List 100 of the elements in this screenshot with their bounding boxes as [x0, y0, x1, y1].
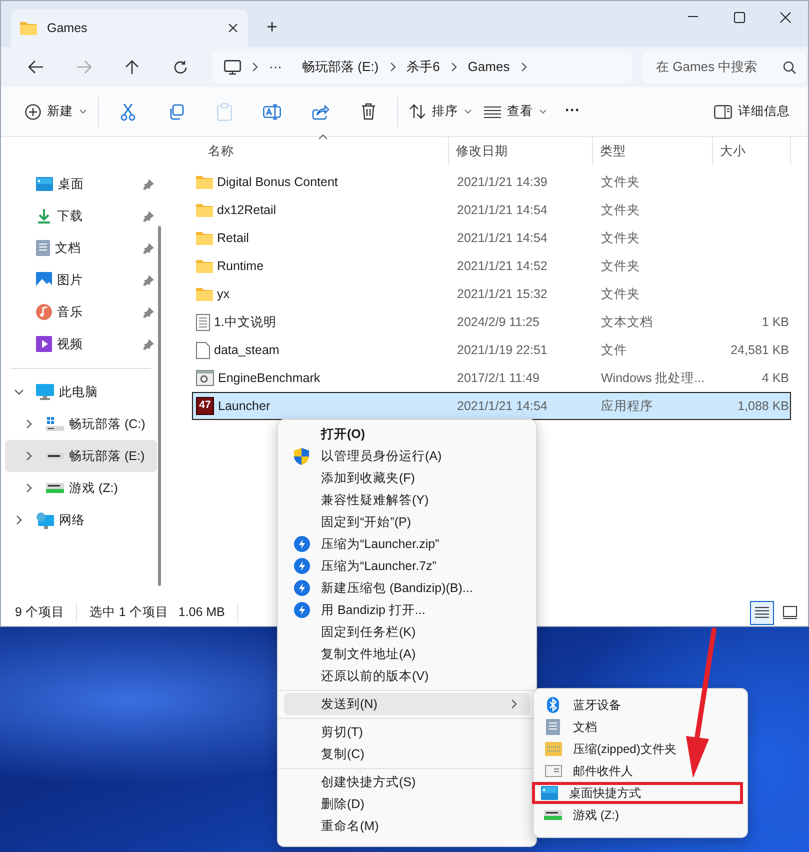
chevron-icon[interactable] — [388, 62, 397, 72]
file-row[interactable]: yx 2021/1/21 15:32 文件夹 — [192, 280, 791, 308]
minimize-icon[interactable] — [688, 16, 698, 18]
sidebar-item[interactable]: 桌面 — [5, 168, 157, 200]
sidebar-item[interactable]: 此电脑 — [5, 376, 157, 408]
menu-item[interactable]: 桌面快捷方式 — [532, 782, 743, 804]
breadcrumb-item[interactable]: Games — [458, 57, 520, 77]
menu-item[interactable]: 压缩为“Launcher.7z” — [284, 555, 530, 577]
file-name: Launcher — [218, 398, 270, 415]
menu-item[interactable]: 删除(D) — [284, 793, 530, 815]
chevron-icon[interactable] — [251, 62, 259, 72]
sidebar-item[interactable]: 畅玩部落 (C:) — [5, 408, 157, 440]
breadcrumb-more[interactable]: ··· — [259, 57, 292, 77]
menu-item[interactable]: 压缩(zipped)文件夹 — [536, 738, 745, 760]
chevron-icon[interactable] — [24, 483, 34, 493]
details-view-button[interactable] — [750, 600, 774, 624]
zip-icon — [544, 742, 562, 756]
column-header[interactable]: 大小 — [713, 137, 791, 165]
file-date: 2021/1/19 22:51 — [456, 342, 548, 359]
file-row[interactable]: 1.中文说明 2024/2/9 11:25 文本文档 1 KB — [192, 308, 791, 336]
menu-item[interactable]: 创建快捷方式(S) — [284, 771, 530, 793]
more-button[interactable]: ··· — [559, 94, 586, 128]
chevron-icon[interactable] — [520, 62, 528, 72]
menu-item[interactable]: 复制(C) — [284, 743, 530, 765]
search-field[interactable]: 在 Games 中搜索 — [642, 51, 806, 83]
menu-item[interactable]: 用 Bandizip 打开... — [284, 599, 530, 621]
copy-icon — [168, 104, 184, 120]
column-header[interactable]: 名称 — [176, 137, 449, 165]
file-date: 2021/1/21 14:54 — [456, 230, 548, 247]
sidebar-item[interactable]: 下载 — [5, 200, 157, 232]
menu-item[interactable]: 重命名(M) — [284, 815, 530, 837]
file-name: dx12Retail — [217, 202, 276, 219]
pin-icon[interactable] — [143, 274, 154, 286]
menu-item[interactable]: 固定到任务栏(K) — [284, 621, 530, 643]
chevron-icon[interactable] — [450, 62, 458, 72]
file-row[interactable]: Digital Bonus Content 2021/1/21 14:39 文件夹 — [192, 168, 791, 196]
menu-item[interactable]: 剪切(T) — [284, 721, 530, 743]
sidebar-item[interactable]: 游戏 (Z:) — [5, 472, 157, 504]
details-button[interactable]: 详细信息 — [708, 94, 796, 128]
sort-button[interactable]: 排序 — [403, 94, 478, 128]
file-row[interactable]: dx12Retail 2021/1/21 14:54 文件夹 — [192, 196, 791, 224]
folder-icon — [196, 203, 213, 217]
lightning-icon — [294, 536, 310, 552]
menu-item[interactable]: 打开(O) — [284, 423, 530, 445]
file-type: Windows 批处理... — [600, 370, 706, 387]
refresh-icon[interactable] — [172, 60, 188, 74]
file-type: 应用程序 — [600, 398, 654, 415]
address-bar[interactable]: ··· 畅玩部落 (E:) 杀手6 Games — [212, 51, 632, 83]
file-name: Retail — [217, 230, 249, 247]
sidebar-item[interactable]: 音乐 — [5, 296, 157, 328]
sidebar-item[interactable]: 图片 — [5, 264, 157, 296]
chevron-icon[interactable] — [24, 451, 34, 461]
breadcrumb-item[interactable]: 畅玩部落 (E:) — [292, 57, 389, 77]
sidebar-item[interactable]: 视频 — [5, 328, 157, 360]
menu-item[interactable]: 蓝牙设备 — [536, 694, 745, 716]
menu-item[interactable]: 游戏 (Z:) — [536, 804, 745, 826]
column-header[interactable]: 修改日期 — [449, 137, 593, 165]
pin-icon[interactable] — [143, 306, 154, 318]
view-button[interactable]: 查看 — [478, 94, 553, 128]
menu-item[interactable]: 以管理员身份运行(A) — [284, 445, 530, 467]
menu-item[interactable]: 新建压缩包 (Bandizip)(B)... — [284, 577, 530, 599]
chevron-icon[interactable] — [14, 388, 24, 396]
file-row[interactable]: data_steam 2021/1/19 22:51 文件 24,581 KB — [192, 336, 791, 364]
new-tab-button[interactable]: + — [255, 11, 289, 45]
menu-item[interactable]: 发送到(N) — [284, 693, 530, 715]
file-row[interactable]: Runtime 2021/1/21 14:52 文件夹 — [192, 252, 791, 280]
pin-icon[interactable] — [143, 178, 154, 190]
file-name: Digital Bonus Content — [217, 174, 338, 191]
menu-item[interactable]: 添加到收藏夹(F) — [284, 467, 530, 489]
breadcrumb-item[interactable]: 杀手6 — [396, 57, 450, 77]
menu-item[interactable]: 文档 — [536, 716, 745, 738]
file-date: 2024/2/9 11:25 — [456, 314, 540, 331]
file-row[interactable]: 47 Launcher 2021/1/21 14:54 应用程序 1,088 KB — [192, 392, 791, 420]
chevron-icon[interactable] — [14, 515, 24, 525]
close-icon[interactable] — [780, 12, 790, 22]
sidebar-item[interactable]: 畅玩部落 (E:) — [5, 440, 157, 472]
menu-item[interactable]: 邮件收件人 — [536, 760, 745, 782]
menu-item[interactable]: 兼容性疑难解答(Y) — [284, 489, 530, 511]
menu-item[interactable]: 固定到“开始”(P) — [284, 511, 530, 533]
folder-icon — [196, 231, 213, 245]
text-file-icon — [196, 314, 210, 330]
sidebar-item[interactable]: 网络 — [5, 504, 157, 536]
window-tab[interactable]: Games — [11, 9, 248, 47]
pin-icon[interactable] — [143, 210, 154, 222]
chevron-icon[interactable] — [24, 419, 34, 429]
sidebar-item[interactable]: 文档 — [5, 232, 157, 264]
menu-item[interactable]: 压缩为“Launcher.zip” — [284, 533, 530, 555]
menu-item[interactable]: 复制文件地址(A) — [284, 643, 530, 665]
maximize-icon[interactable] — [734, 12, 744, 22]
file-row[interactable]: EngineBenchmark 2017/2/1 11:49 Windows 批处理... 4 KB — [192, 364, 791, 392]
pin-icon[interactable] — [143, 242, 154, 254]
close-tab-icon[interactable] — [228, 23, 238, 33]
back-icon[interactable] — [28, 60, 44, 74]
scrollbar-thumb[interactable] — [158, 226, 161, 586]
new-button[interactable]: 新建 — [19, 94, 93, 128]
menu-item[interactable]: 还原以前的版本(V) — [284, 665, 530, 687]
file-row[interactable]: Retail 2021/1/21 14:54 文件夹 — [192, 224, 791, 252]
up-icon[interactable] — [125, 59, 139, 75]
pin-icon[interactable] — [143, 338, 154, 350]
column-header[interactable]: 类型 — [593, 137, 713, 165]
